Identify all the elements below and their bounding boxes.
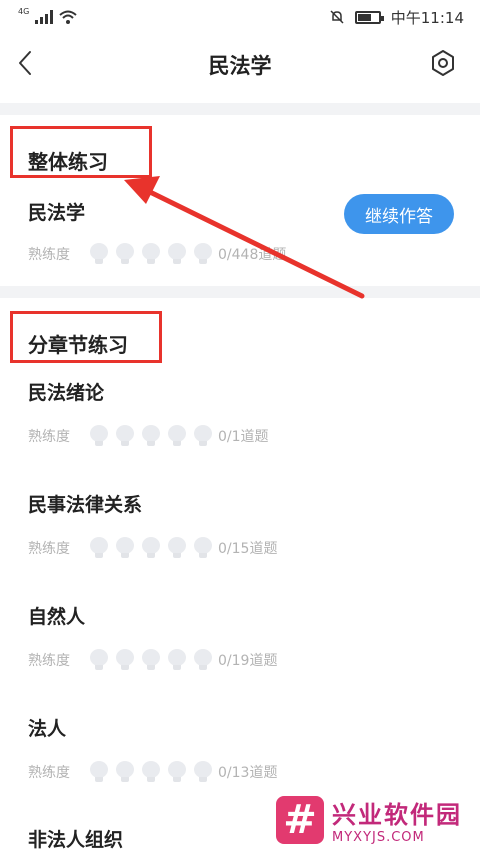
chapter-title[interactable]: 自然人 bbox=[28, 602, 85, 629]
nav-bar: 民法学 bbox=[0, 34, 480, 96]
status-right: 中午11:14 bbox=[329, 7, 464, 28]
bulb-icon bbox=[168, 649, 186, 671]
back-arrow-icon[interactable] bbox=[12, 48, 42, 78]
bulb-icon bbox=[194, 537, 212, 559]
chapter-title[interactable]: 非法人组织 bbox=[28, 825, 123, 852]
bulb-icon bbox=[168, 425, 186, 447]
bulb-icon bbox=[90, 761, 108, 783]
bulb-icon bbox=[168, 243, 186, 265]
bulb-icon bbox=[142, 649, 160, 671]
question-count: 0/15道题 bbox=[218, 541, 278, 557]
chapter-progress: 熟练度 0/1道题 bbox=[28, 425, 269, 447]
bulb-icon bbox=[194, 243, 212, 265]
battery-icon bbox=[354, 10, 384, 24]
status-left: 4G bbox=[18, 6, 77, 24]
bulb-icon bbox=[194, 761, 212, 783]
bulb-icon bbox=[90, 425, 108, 447]
status-time: 中午11:14 bbox=[390, 8, 464, 27]
proficiency-label: 熟练度 bbox=[28, 429, 70, 445]
question-count: 0/448道题 bbox=[218, 247, 287, 263]
settings-icon[interactable] bbox=[428, 48, 458, 78]
proficiency-label: 熟练度 bbox=[28, 653, 70, 669]
site-watermark: # 兴业软件园 MYXYJS.COM bbox=[276, 790, 476, 850]
chapter-title[interactable]: 民法绪论 bbox=[28, 378, 104, 405]
bulb-icon bbox=[168, 761, 186, 783]
overall-progress: 熟练度 0/448道题 bbox=[28, 243, 286, 265]
wifi-icon bbox=[59, 10, 77, 24]
chapter-progress: 熟练度 0/13道题 bbox=[28, 761, 277, 783]
bulb-icon bbox=[116, 425, 134, 447]
bulb-icon bbox=[116, 649, 134, 671]
chapter-progress: 熟练度 0/19道题 bbox=[28, 649, 277, 671]
proficiency-label: 熟练度 bbox=[28, 247, 70, 263]
watermark-text: 兴业软件园 MYXYJS.COM bbox=[332, 795, 462, 845]
section-divider bbox=[0, 103, 480, 115]
status-bar: 4G 中午11:14 bbox=[0, 0, 480, 34]
highlight-box-chapters bbox=[10, 311, 162, 363]
mute-bell-icon bbox=[330, 10, 344, 24]
watermark-en: MYXYJS.COM bbox=[332, 830, 425, 845]
bulb-icon bbox=[116, 243, 134, 265]
question-count: 0/19道题 bbox=[218, 653, 278, 669]
bulb-icon bbox=[142, 425, 160, 447]
network-type: 4G bbox=[18, 6, 30, 16]
bulb-icon bbox=[194, 425, 212, 447]
watermark-logo-icon: # bbox=[276, 796, 324, 844]
bulb-icon bbox=[142, 243, 160, 265]
chapter-title[interactable]: 法人 bbox=[28, 714, 66, 741]
proficiency-bulbs bbox=[90, 761, 212, 783]
chapter-progress: 熟练度 0/15道题 bbox=[28, 537, 277, 559]
overall-subject-title[interactable]: 民法学 bbox=[28, 198, 85, 225]
bulb-icon bbox=[90, 537, 108, 559]
proficiency-bulbs bbox=[90, 243, 212, 265]
bulb-icon bbox=[116, 537, 134, 559]
continue-answer-button[interactable]: 继续作答 bbox=[344, 194, 454, 234]
signal-icon bbox=[35, 10, 54, 24]
bulb-icon bbox=[168, 537, 186, 559]
page-title: 民法学 bbox=[208, 54, 272, 78]
proficiency-label: 熟练度 bbox=[28, 541, 70, 557]
section-divider bbox=[0, 286, 480, 298]
proficiency-bulbs bbox=[90, 649, 212, 671]
bulb-icon bbox=[194, 649, 212, 671]
proficiency-label: 熟练度 bbox=[28, 765, 70, 781]
question-count: 0/1道题 bbox=[218, 429, 269, 445]
bulb-icon bbox=[142, 761, 160, 783]
bulb-icon bbox=[90, 243, 108, 265]
proficiency-bulbs bbox=[90, 537, 212, 559]
question-count: 0/13道题 bbox=[218, 765, 278, 781]
bulb-icon bbox=[142, 537, 160, 559]
bulb-icon bbox=[90, 649, 108, 671]
bulb-icon bbox=[116, 761, 134, 783]
watermark-cn: 兴业软件园 bbox=[332, 801, 462, 829]
chapter-title[interactable]: 民事法律关系 bbox=[28, 490, 142, 517]
proficiency-bulbs bbox=[90, 425, 212, 447]
highlight-box-overall bbox=[10, 126, 152, 178]
